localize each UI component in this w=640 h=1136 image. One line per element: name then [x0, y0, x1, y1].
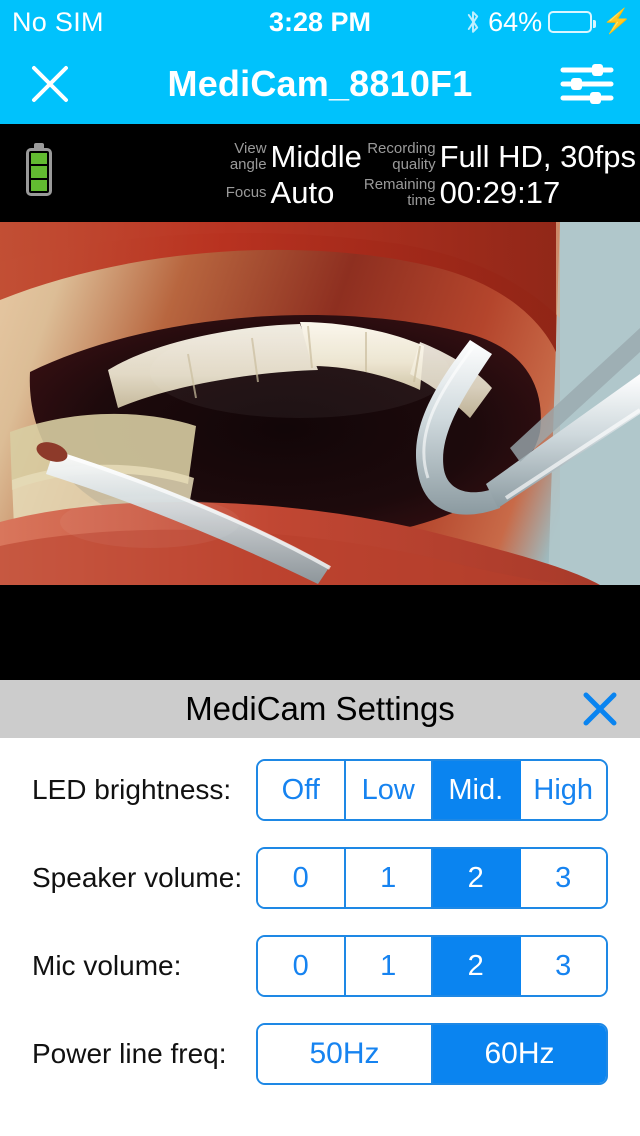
- speaker-option-3[interactable]: 3: [520, 849, 606, 907]
- setting-row-speaker-volume: Speaker volume: 0 1 2 3: [0, 834, 640, 922]
- power-line-freq-label: Power line freq:: [32, 1038, 227, 1069]
- speaker-volume-label: Speaker volume:: [32, 862, 243, 893]
- sliders-icon[interactable]: [560, 62, 614, 106]
- recording-quality-label: Recording quality: [367, 140, 436, 173]
- freq-option-60hz[interactable]: 60Hz: [433, 1025, 606, 1083]
- freq-option-50hz[interactable]: 50Hz: [258, 1025, 433, 1083]
- camera-status-bar: View angle Middle Recording quality Full…: [0, 124, 640, 222]
- power-line-freq-segmented-control[interactable]: 50Hz 60Hz: [256, 1023, 608, 1085]
- setting-row-mic-volume: Mic volume: 0 1 2 3: [0, 922, 640, 1010]
- mic-volume-segmented-control[interactable]: 0 1 2 3: [256, 935, 608, 997]
- setting-row-power-line-freq: Power line freq: 50Hz 60Hz: [0, 1010, 640, 1098]
- status-bar-right-cluster: 64% ⚡: [464, 7, 632, 38]
- led-option-high[interactable]: High: [520, 761, 606, 819]
- speaker-option-1[interactable]: 1: [345, 849, 433, 907]
- lightning-bolt-icon: ⚡: [602, 8, 632, 35]
- focus-value: Auto: [270, 175, 335, 210]
- camera-info-grid: View angle Middle Recording quality Full…: [226, 140, 638, 210]
- view-angle-value: Middle: [270, 139, 362, 174]
- mic-option-2[interactable]: 2: [433, 937, 521, 995]
- led-option-mid[interactable]: Mid.: [433, 761, 521, 819]
- mic-option-0[interactable]: 0: [258, 937, 346, 995]
- led-option-off[interactable]: Off: [258, 761, 346, 819]
- led-brightness-segmented-control[interactable]: Off Low Mid. High: [256, 759, 608, 821]
- speaker-volume-segmented-control[interactable]: 0 1 2 3: [256, 847, 608, 909]
- app-root: No SIM 3:28 PM 64% ⚡ MediCam_8810F1 View…: [0, 0, 640, 1136]
- mic-volume-label: Mic volume:: [32, 950, 182, 981]
- ios-status-bar: No SIM 3:28 PM 64% ⚡: [0, 0, 640, 44]
- mic-option-3[interactable]: 3: [520, 937, 606, 995]
- app-navigation-bar: MediCam_8810F1: [0, 44, 640, 124]
- led-option-low[interactable]: Low: [345, 761, 433, 819]
- close-x-icon[interactable]: [578, 687, 622, 731]
- battery-percent-label: 64%: [488, 6, 543, 37]
- page-title: MediCam_8810F1: [167, 63, 473, 104]
- mic-option-1[interactable]: 1: [345, 937, 433, 995]
- settings-sheet: MediCam Settings LED brightness: Off Low…: [0, 680, 640, 1136]
- setting-row-led-brightness: LED brightness: Off Low Mid. High: [0, 746, 640, 834]
- camera-battery-icon: [26, 148, 52, 196]
- settings-sheet-header: MediCam Settings: [0, 680, 640, 738]
- battery-icon: [548, 11, 597, 33]
- remaining-time-label: Remaining time: [363, 176, 436, 209]
- settings-title: MediCam Settings: [185, 690, 455, 727]
- settings-rows: LED brightness: Off Low Mid. High Speake…: [0, 738, 640, 1098]
- bluetooth-icon: [467, 11, 479, 33]
- recording-quality-value: Full HD, 30fps: [439, 139, 636, 174]
- view-angle-label: View angle: [229, 140, 267, 173]
- live-camera-feed: [0, 222, 640, 585]
- speaker-option-2[interactable]: 2: [433, 849, 521, 907]
- remaining-time-value: 00:29:17: [439, 175, 561, 210]
- video-preview-area[interactable]: [0, 222, 640, 680]
- speaker-option-0[interactable]: 0: [258, 849, 346, 907]
- led-brightness-label: LED brightness:: [32, 774, 232, 805]
- focus-label: Focus: [225, 184, 267, 201]
